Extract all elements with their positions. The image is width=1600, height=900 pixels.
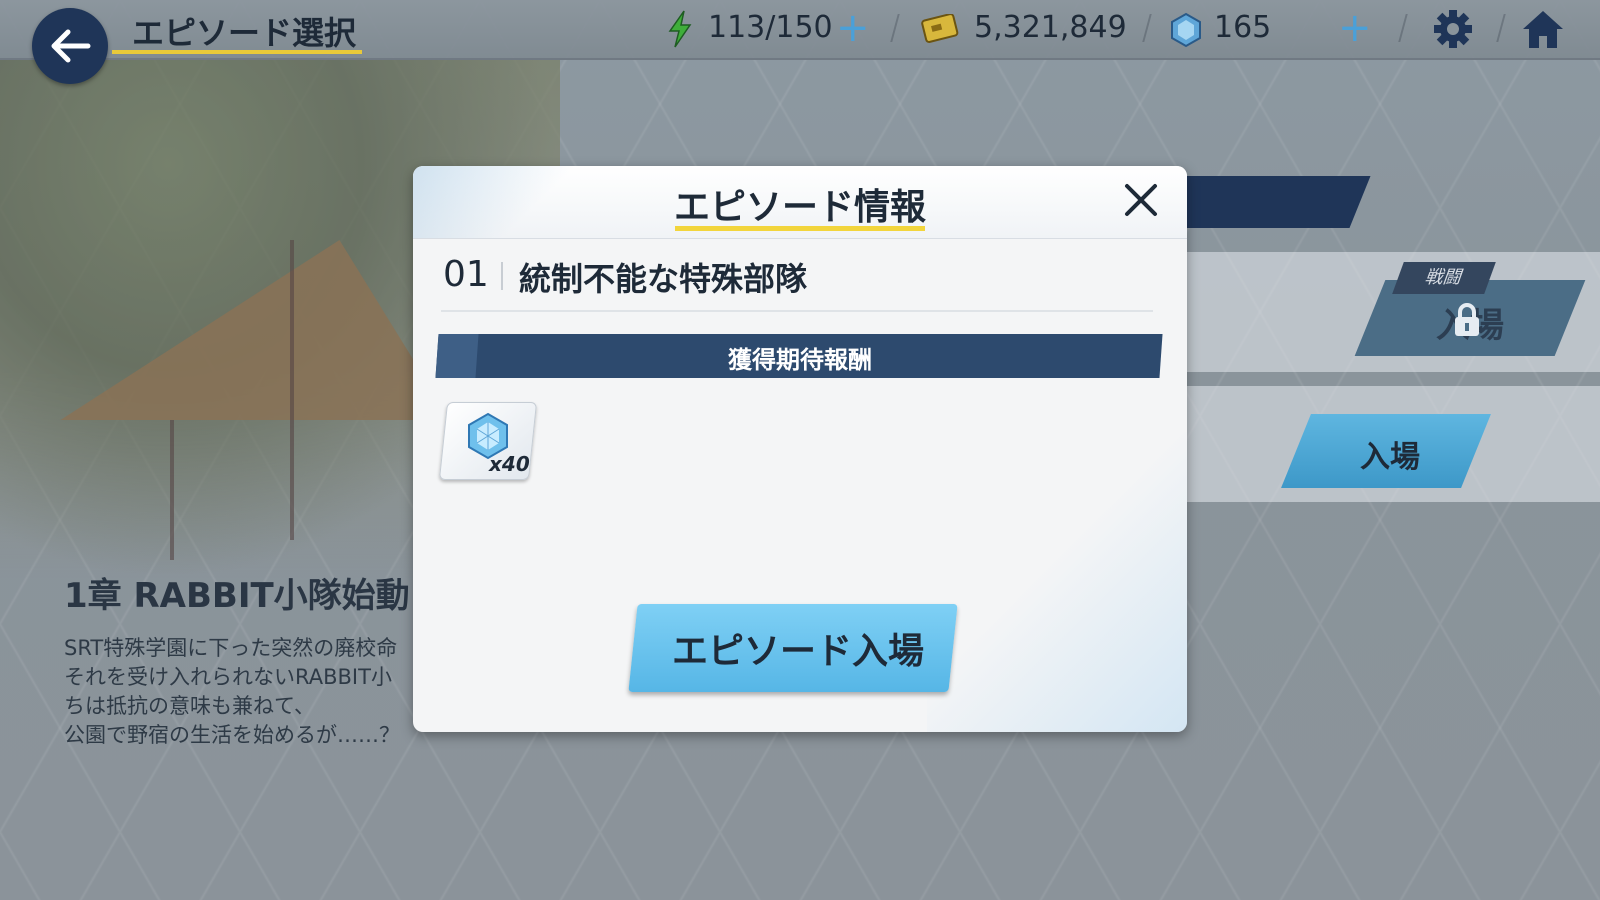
episode-info-dialog: エピソード情報 01 統制不能な特殊部隊 獲得期待報酬 x40 エピソード入場 bbox=[413, 166, 1187, 732]
home-icon[interactable] bbox=[1520, 8, 1566, 50]
back-button[interactable] bbox=[32, 8, 108, 84]
lock-icon bbox=[1455, 303, 1479, 336]
gems-add-button[interactable]: + bbox=[1338, 8, 1372, 48]
ap-add-button[interactable]: + bbox=[836, 8, 870, 48]
ap-value: 113/150 bbox=[708, 10, 833, 45]
tent-illustration bbox=[60, 240, 470, 420]
battle-tag-label: 戦闘 bbox=[1422, 267, 1467, 288]
episode-name: 統制不能な特殊部隊 bbox=[519, 260, 808, 298]
game-screen: 入場 戦闘 入場 1章 RABBIT小隊始動 SRT特殊学園に下った突然の廃校命… bbox=[0, 0, 1600, 900]
arrow-left-icon bbox=[51, 29, 91, 63]
battle-tag: 戦闘 bbox=[1392, 262, 1496, 294]
enter-button-label: 入場 bbox=[1360, 440, 1420, 475]
lightning-icon bbox=[668, 10, 692, 48]
page-title: エピソード選択 bbox=[132, 14, 357, 52]
reward-quantity: x40 bbox=[489, 452, 530, 476]
enter-episode-label: エピソード入場 bbox=[671, 631, 924, 672]
dialog-decoration bbox=[927, 432, 1187, 732]
dialog-title: エピソード情報 bbox=[673, 187, 926, 228]
gear-icon[interactable] bbox=[1432, 8, 1474, 50]
reward-header: 獲得期待報酬 bbox=[728, 346, 872, 374]
dialog-header: エピソード情報 bbox=[413, 166, 1187, 239]
close-icon[interactable] bbox=[1121, 180, 1161, 220]
title-underline bbox=[112, 50, 362, 54]
credit-card-icon bbox=[921, 14, 959, 43]
chapter-description: SRT特殊学園に下った突然の廃校命 それを受け入れられないRABBIT小 ちは抵… bbox=[64, 636, 400, 747]
episode-number: 01 bbox=[443, 254, 489, 295]
gems-value: 165 bbox=[1214, 10, 1272, 45]
tent-pole bbox=[170, 420, 174, 560]
credits-value: 5,321,849 bbox=[974, 10, 1127, 45]
divider bbox=[501, 262, 503, 290]
divider bbox=[441, 310, 1153, 312]
gem-icon bbox=[1171, 12, 1201, 48]
title-underline bbox=[675, 226, 925, 231]
tent-pole bbox=[290, 240, 294, 540]
chapter-title: 1章 RABBIT小隊始動 bbox=[64, 576, 410, 616]
